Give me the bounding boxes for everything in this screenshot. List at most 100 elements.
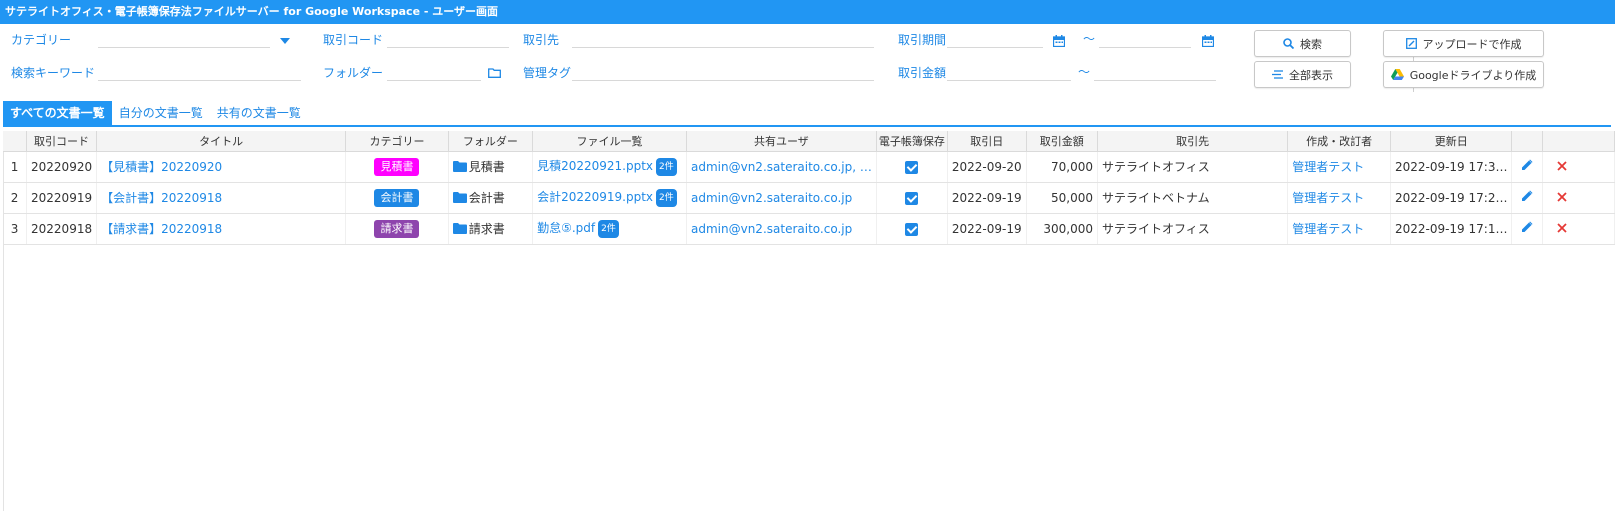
pencil-icon[interactable]	[1521, 221, 1533, 233]
e-book-checkbox[interactable]	[905, 160, 919, 174]
table-row[interactable]: 2 20220919 【会計書】20220918 会計書 会計書 会計20220919.p…	[3, 182, 1615, 214]
author-link[interactable]: 管理者テスト	[1292, 160, 1364, 174]
edit-box-icon	[1405, 38, 1417, 49]
header-folder[interactable]: フォルダー	[448, 131, 534, 152]
amount-cell: 70,000	[1026, 151, 1099, 183]
amount-max-input[interactable]	[1094, 63, 1216, 81]
amount-min-input[interactable]	[947, 63, 1071, 81]
header-edit	[1511, 131, 1544, 152]
tab-underline	[3, 125, 1611, 127]
close-icon[interactable]	[1557, 160, 1568, 171]
deal-code-cell: 20220919	[26, 182, 98, 214]
header-category[interactable]: カテゴリー	[345, 131, 449, 152]
category-badge: 見積書	[374, 157, 420, 176]
close-icon[interactable]	[1557, 191, 1568, 202]
period-end-input[interactable]	[1099, 30, 1191, 48]
folder-outline-icon[interactable]	[488, 68, 501, 78]
folder-icon	[452, 223, 467, 234]
shared-users: admin@vn2.sateraito.co.jp	[691, 221, 853, 236]
show-all-button-label: 全部表示	[1289, 68, 1333, 82]
header-updated[interactable]: 更新日	[1390, 131, 1513, 152]
updated-cell: 2022-09-19 17:2…	[1390, 182, 1513, 214]
updated-cell: 2022-09-19 17:1…	[1390, 213, 1513, 245]
partner-input[interactable]	[572, 30, 874, 48]
header-no	[3, 131, 28, 152]
tab-shared-documents[interactable]: 共有の文書一覧	[210, 101, 308, 125]
upload-create-button[interactable]: アップロードで作成	[1383, 30, 1544, 57]
file-link[interactable]: 勤怠⑤.pdf	[537, 221, 595, 235]
folder-name: 請求書	[468, 222, 505, 236]
folder-label: フォルダー	[323, 66, 384, 80]
author-link[interactable]: 管理者テスト	[1292, 222, 1364, 236]
category-badge: 会計書	[374, 188, 420, 207]
file-count-badge[interactable]: 2件	[656, 188, 677, 207]
calendar-icon[interactable]	[1053, 35, 1065, 47]
folder-icon	[452, 161, 467, 172]
header-deal-code[interactable]: 取引コード	[26, 131, 98, 152]
header-e-book[interactable]: 電子帳簿保存	[876, 131, 948, 152]
author-link[interactable]: 管理者テスト	[1292, 191, 1364, 205]
header-shared-users[interactable]: 共有ユーザ	[686, 131, 877, 152]
drive-create-button[interactable]: Googleドライブより作成	[1383, 61, 1544, 88]
calendar-icon[interactable]	[1202, 35, 1214, 47]
pencil-icon[interactable]	[1521, 159, 1533, 171]
table-row[interactable]: 1 20220920 【見積書】20220920 見積書 見積書 見積20220921.p…	[3, 151, 1615, 183]
e-book-checkbox[interactable]	[905, 222, 919, 236]
folder-name: 会計書	[468, 191, 505, 205]
amount-cell: 300,000	[1026, 213, 1099, 245]
file-link[interactable]: 会計20220919.pptx	[537, 190, 653, 204]
partner-cell: サテライトベトナム	[1097, 182, 1289, 214]
header-title[interactable]: タイトル	[96, 131, 347, 152]
caret-down-icon[interactable]	[280, 38, 290, 44]
document-tabs: すべての文書一覧 自分の文書一覧 共有の文書一覧	[3, 101, 308, 125]
tab-my-documents[interactable]: 自分の文書一覧	[112, 101, 210, 125]
header-author[interactable]: 作成・改訂者	[1287, 131, 1391, 152]
e-book-checkbox[interactable]	[905, 191, 919, 205]
tag-label: 管理タグ	[523, 66, 572, 80]
title-link[interactable]: 【請求書】20220918	[101, 222, 222, 236]
close-icon[interactable]	[1557, 222, 1568, 233]
updated-cell: 2022-09-19 17:3…	[1390, 151, 1513, 183]
table-row[interactable]: 3 20220918 【請求書】20220918 請求書 請求書 勤怠⑤.pdf 2件 adm…	[3, 213, 1615, 245]
category-select[interactable]	[98, 30, 270, 48]
google-drive-icon	[1390, 69, 1404, 80]
title-link[interactable]: 【見積書】20220920	[101, 160, 222, 174]
keyword-input[interactable]	[98, 63, 301, 81]
file-count-badge[interactable]: 2件	[598, 219, 619, 238]
amount-cell: 50,000	[1026, 182, 1099, 214]
period-label: 取引期間	[898, 33, 947, 47]
amount-label: 取引金額	[898, 66, 947, 80]
period-start-input[interactable]	[947, 30, 1043, 48]
row-number: 3	[3, 213, 28, 245]
pencil-icon[interactable]	[1521, 190, 1533, 202]
tag-input[interactable]	[572, 63, 874, 81]
period-tilde: ～	[1083, 32, 1096, 46]
deal-code-cell: 20220918	[26, 213, 98, 245]
drive-create-label: Googleドライブより作成	[1409, 68, 1537, 82]
row-number: 1	[3, 151, 28, 183]
deal-date-cell: 2022-09-19	[947, 213, 1027, 245]
document-table: 取引コード タイトル カテゴリー フォルダー ファイル一覧 共有ユーザ 電子帳簿…	[3, 131, 1615, 245]
header-files[interactable]: ファイル一覧	[532, 131, 687, 152]
header-deal-date[interactable]: 取引日	[947, 131, 1027, 152]
tab-all-documents[interactable]: すべての文書一覧	[3, 101, 112, 125]
file-link[interactable]: 見積20220921.pptx	[537, 159, 653, 173]
partner-label: 取引先	[523, 33, 560, 47]
folder-icon	[452, 192, 467, 203]
file-count-badge[interactable]: 2件	[656, 157, 677, 176]
window-title: サテライトオフィス・電子帳簿保存法ファイルサーバー for Google Wor…	[0, 0, 1615, 24]
keyword-label: 検索キーワード	[11, 66, 96, 80]
folder-name: 見積書	[468, 160, 505, 174]
header-amount[interactable]: 取引金額	[1026, 131, 1099, 152]
deal-date-cell: 2022-09-20	[947, 151, 1027, 183]
search-button[interactable]: 検索	[1254, 30, 1351, 57]
deal-code-input[interactable]	[387, 30, 509, 48]
table-header-row: 取引コード タイトル カテゴリー フォルダー ファイル一覧 共有ユーザ 電子帳簿…	[3, 131, 1615, 152]
deal-code-label: 取引コード	[323, 33, 384, 47]
title-link[interactable]: 【会計書】20220918	[101, 191, 222, 205]
shared-users: admin@vn2.sateraito.co.jp, …	[691, 159, 872, 174]
header-partner[interactable]: 取引先	[1097, 131, 1289, 152]
show-all-button[interactable]: 全部表示	[1254, 61, 1351, 88]
folder-input[interactable]	[387, 63, 481, 81]
upload-create-label: アップロードで作成	[1422, 37, 1522, 51]
